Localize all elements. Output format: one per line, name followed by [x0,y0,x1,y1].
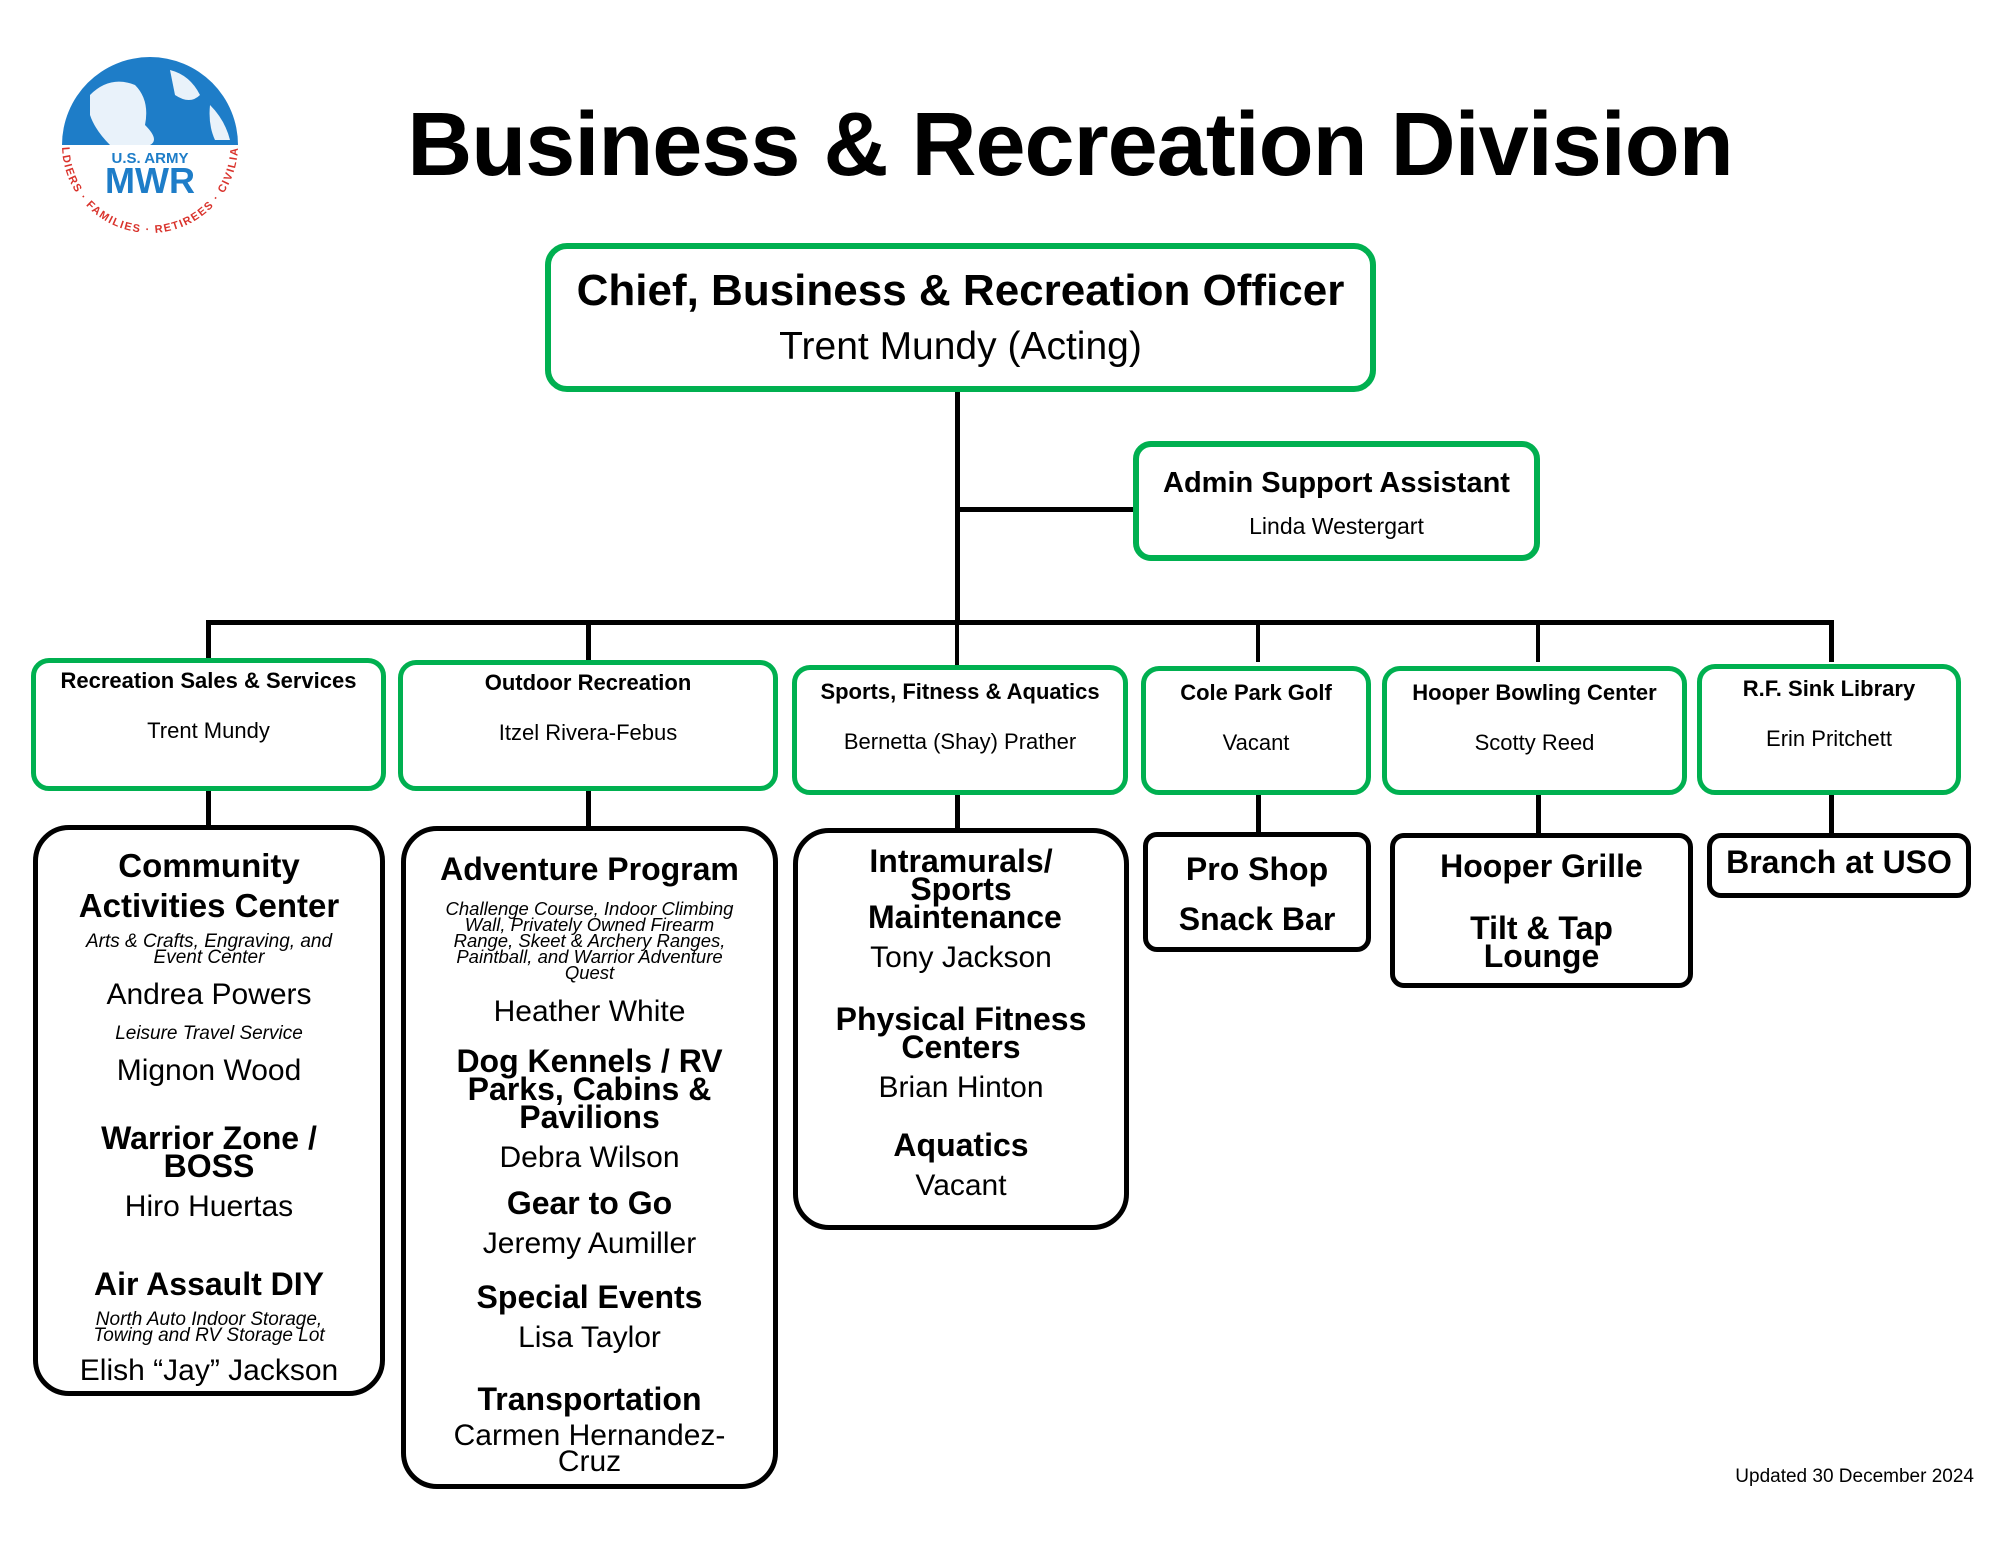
program-title: Transportation [477,1381,702,1417]
sub-line-2 [586,788,591,828]
division-title: Sports, Fitness & Aquatics [820,679,1100,704]
programs-golf[interactable]: Pro Shop Snack Bar [1143,832,1371,952]
division-outdoor-recreation[interactable]: Outdoor Recreation Itzel Rivera-Febus [398,660,778,791]
drop-line-6 [1829,620,1834,662]
admin-name: Linda Westergart [1249,513,1424,539]
program-note: Challenge Course, Indoor Climbing Wall, … [445,898,734,983]
sub-line-5 [1536,793,1541,835]
program-person: Brian Hinton [878,1071,1044,1104]
program-title: Physical Fitness Centers [835,1001,1087,1065]
sub-line-3 [955,793,960,830]
division-manager: Bernetta (Shay) Prather [843,729,1077,754]
programs-bowling[interactable]: Hooper Grille Tilt & Tap Lounge [1390,833,1693,988]
drop-line-1 [206,620,211,660]
division-recreation-sales[interactable]: Recreation Sales & Services Trent Mundy [31,658,386,791]
drop-line-2 [586,620,591,660]
program-title: Intramurals/ Sports Maintenance [868,843,1062,935]
chief-name: Trent Mundy (Acting) [779,325,1142,368]
drop-line-4 [1256,620,1260,662]
program-person: Hiro Huertas [124,1190,294,1223]
sub-line-4 [1256,793,1261,834]
updated-date: Updated 30 December 2024 [1735,1466,1974,1487]
division-manager: Itzel Rivera-Febus [498,720,678,745]
program-title: Adventure Program [440,851,739,887]
programs-recreation-sales[interactable]: Community Activities Center Arts & Craft… [33,825,385,1396]
division-bus-line [206,620,1834,625]
program-title: Community Activities Center [78,847,340,924]
program-title: Hooper Grille [1440,848,1643,884]
division-manager: Erin Pritchett [1766,726,1892,751]
program-person: Carmen Hernandez-Cruz [453,1419,726,1478]
program-person: Heather White [493,995,686,1028]
division-rf-sink-library[interactable]: R.F. Sink Library Erin Pritchett [1697,664,1961,795]
chief-title: Chief, Business & Recreation Officer [576,266,1345,315]
program-title: Aquatics [893,1127,1029,1163]
program-title: Dog Kennels / RV Parks, Cabins & Pavilio… [456,1043,723,1135]
division-title: Recreation Sales & Services [60,668,357,693]
program-note: Arts & Crafts, Engraving, and Event Cent… [85,931,333,968]
program-note: North Auto Indoor Storage, Towing and RV… [93,1309,325,1346]
admin-connector [955,507,1135,512]
division-title: Outdoor Recreation [484,670,692,695]
program-person: Tony Jackson [870,941,1052,974]
program-title: Pro Shop [1185,851,1329,887]
program-person: Lisa Taylor [518,1321,661,1354]
program-person: Vacant [915,1169,1007,1202]
sub-line-6 [1829,793,1834,835]
division-sports-fitness[interactable]: Sports, Fitness & Aquatics Bernetta (Sha… [792,665,1128,795]
program-person: Mignon Wood [116,1054,302,1087]
division-title: Cole Park Golf [1180,680,1332,705]
division-title: R.F. Sink Library [1742,676,1916,701]
program-title: Branch at USO [1726,844,1952,880]
division-title: Hooper Bowling Center [1412,680,1657,705]
program-note: Leisure Travel Service [115,1023,303,1044]
program-person: Andrea Powers [106,978,312,1011]
page-title: Business & Recreation Division [407,95,1733,195]
sub-line-1 [206,788,211,828]
program-person: Debra Wilson [499,1141,680,1174]
program-title: Tilt & Tap Lounge [1470,910,1613,974]
division-hooper-bowling[interactable]: Hooper Bowling Center Scotty Reed [1382,666,1687,795]
program-person: Jeremy Aumiller [482,1227,697,1260]
program-title: Gear to Go [506,1185,673,1221]
drop-line-3 [955,620,959,667]
program-title: Snack Bar [1178,901,1336,937]
admin-title: Admin Support Assistant [1163,467,1510,499]
programs-sports-fitness[interactable]: Intramurals/ Sports Maintenance Tony Jac… [793,828,1129,1230]
program-title: Air Assault DIY [94,1266,324,1302]
drop-line-5 [1536,620,1540,662]
programs-outdoor-recreation[interactable]: Adventure Program Challenge Course, Indo… [401,826,778,1489]
division-manager: Scotty Reed [1474,730,1595,755]
division-cole-park-golf[interactable]: Cole Park Golf Vacant [1141,666,1371,795]
admin-box[interactable]: Admin Support Assistant Linda Westergart [1133,441,1540,561]
division-manager: Vacant [1222,730,1290,755]
division-manager: Trent Mundy [147,718,270,743]
programs-library[interactable]: Branch at USO [1707,833,1971,898]
chief-box[interactable]: Chief, Business & Recreation Officer Tre… [545,243,1376,392]
program-title: Warrior Zone / BOSS [101,1120,317,1184]
program-title: Special Events [476,1279,703,1315]
program-person: Elish “Jay” Jackson [79,1354,339,1387]
